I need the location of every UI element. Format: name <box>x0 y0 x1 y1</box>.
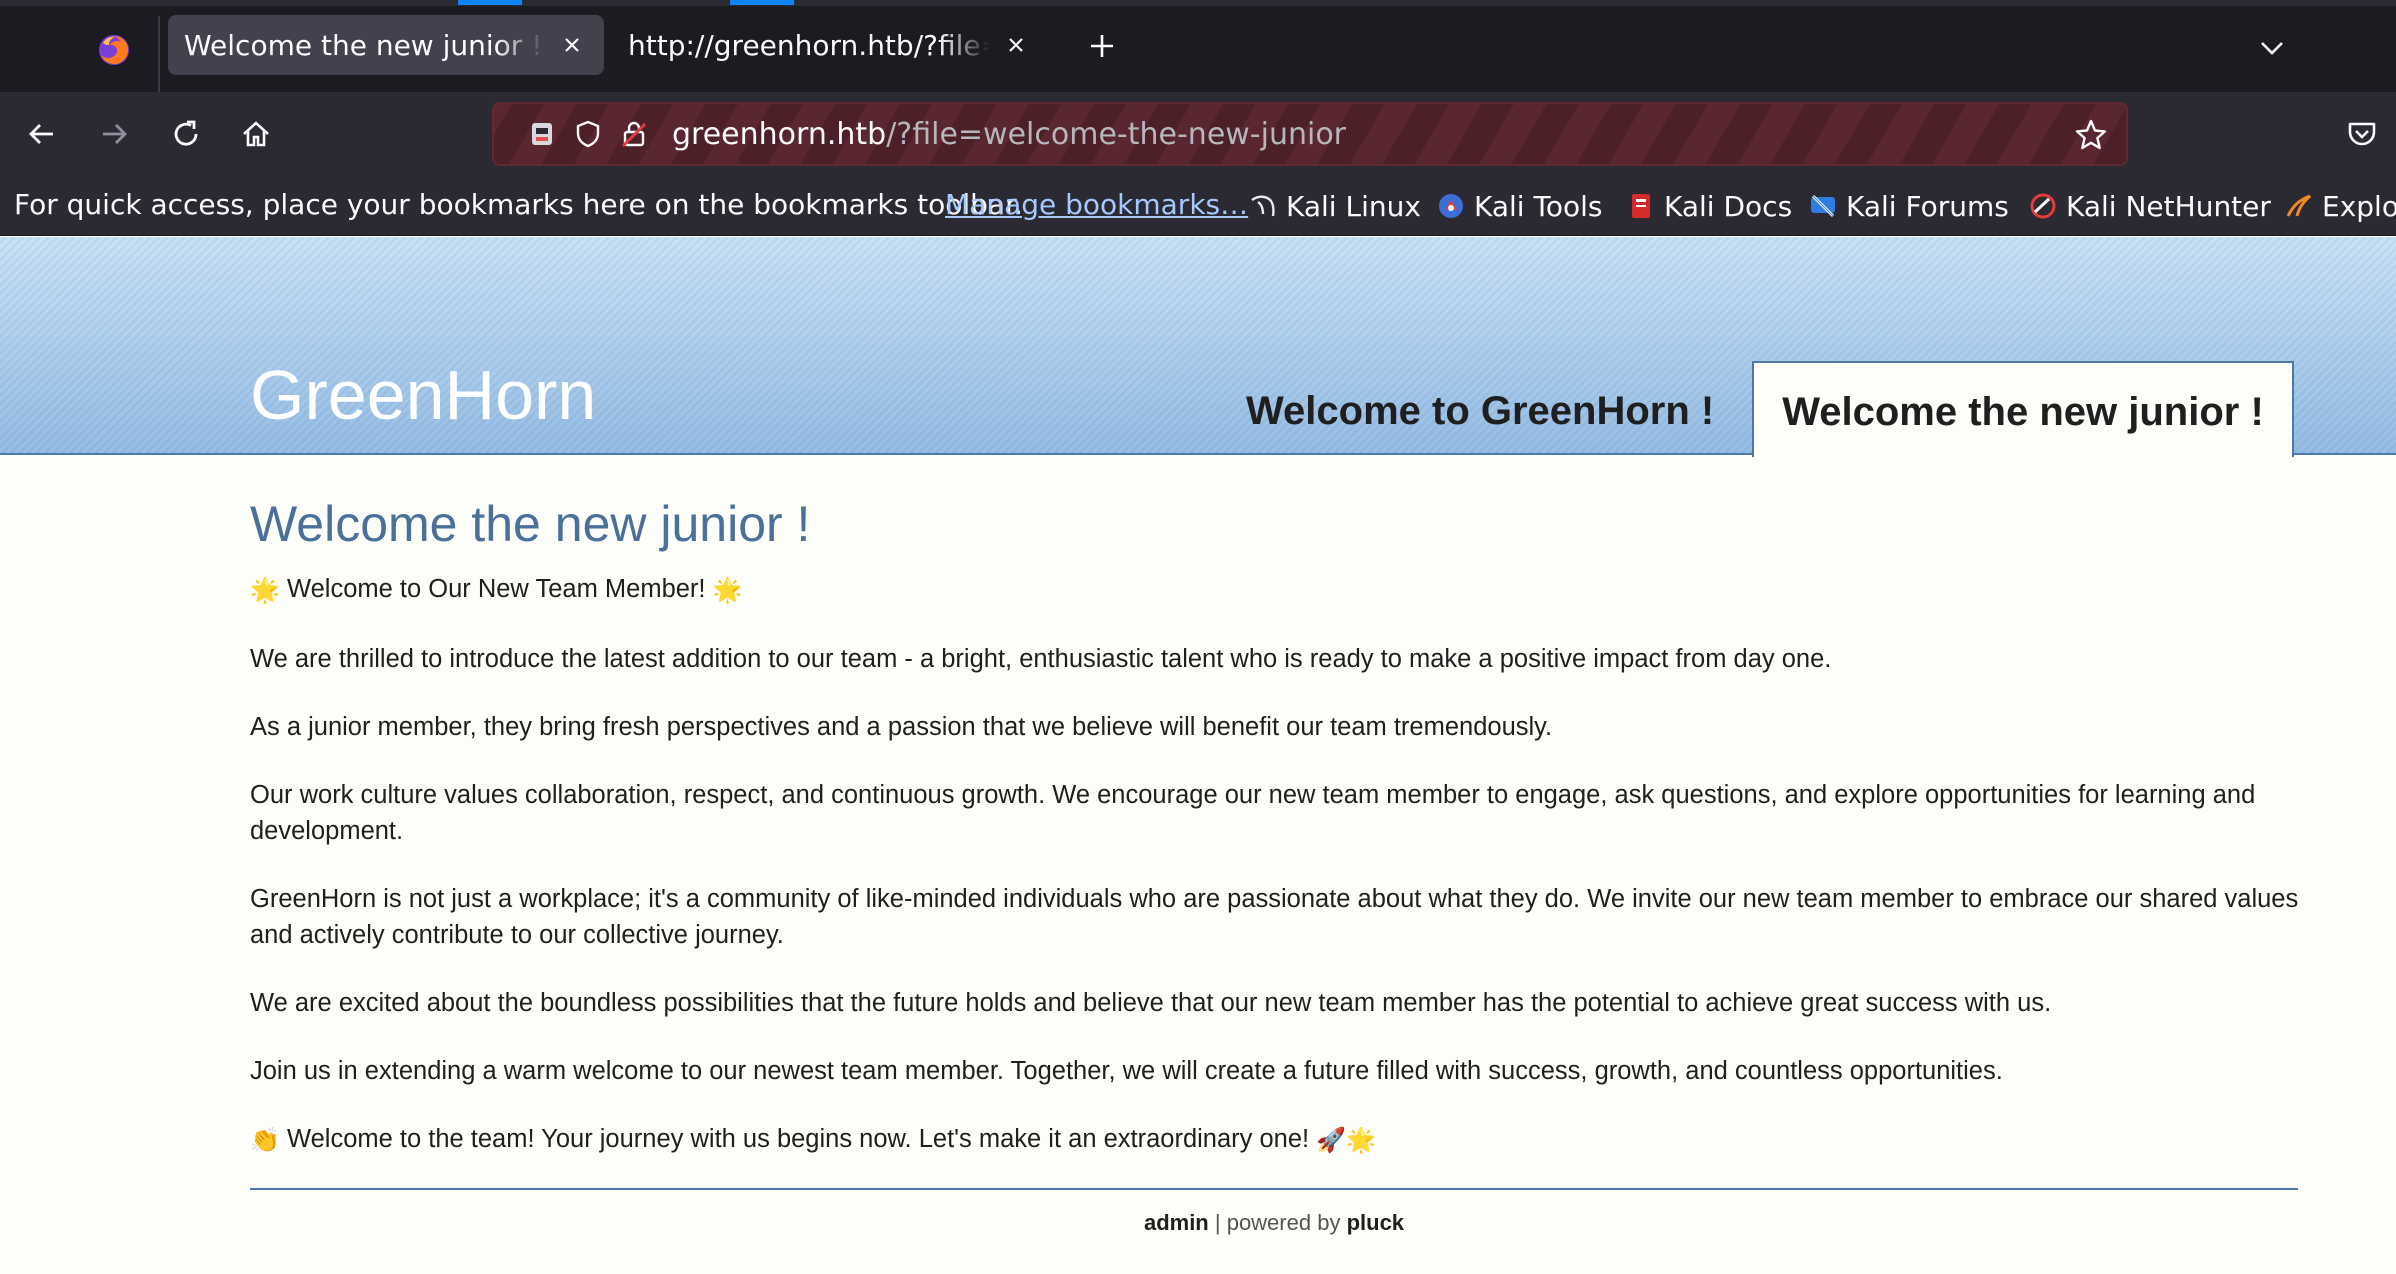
shield-icon[interactable] <box>570 116 606 152</box>
pluck-link[interactable]: pluck <box>1347 1210 1404 1235</box>
url-host: greenhorn.htb <box>672 117 887 152</box>
navigation-toolbar: greenhorn.htb/?file=welcome-the-new-juni… <box>0 92 2396 176</box>
menu-item-label: Welcome the new junior ! <box>1782 389 2264 434</box>
article-paragraph: As a junior member, they bring fresh per… <box>250 713 1553 741</box>
tab-greenhorn-url[interactable]: http://greenhorn.htb/?file=welcome-the-n… <box>612 15 1048 75</box>
firefox-view-icon[interactable] <box>88 26 140 74</box>
url-path: /?file=welcome-the-new-junior <box>886 117 1347 152</box>
back-arrow-icon[interactable] <box>18 110 66 158</box>
bookmarks-hint: For quick access, place your bookmarks h… <box>14 188 1023 221</box>
tab-separator <box>158 16 160 92</box>
article-paragraph: We are excited about the boundless possi… <box>250 989 2052 1017</box>
reload-icon[interactable] <box>162 110 210 158</box>
tab-indicator <box>458 0 522 5</box>
intro-line: 🌟 Welcome to Our New Team Member! 🌟 <box>250 571 2300 609</box>
site-header: GreenHorn Welcome to GreenHorn ! Welcome… <box>0 237 2396 457</box>
admin-link[interactable]: admin <box>1144 1210 1209 1235</box>
close-icon[interactable] <box>554 27 590 63</box>
kali-nethunter-icon <box>2028 191 2058 221</box>
tab-indicator <box>730 0 794 5</box>
closing-text: Welcome to the team! Your journey with u… <box>286 1125 1310 1153</box>
site-title[interactable]: GreenHorn <box>250 355 596 435</box>
page-title: Welcome the new junior ! <box>250 496 811 552</box>
sparkle-star-icon: 🌟 <box>712 577 743 604</box>
site-footer: admin | powered by pluck <box>0 1210 2396 1236</box>
exploit-db-icon <box>2284 191 2314 221</box>
bookmark-kali-docs[interactable]: Kali Docs <box>1626 186 1792 226</box>
article-paragraph: GreenHorn is not just a workplace; it's … <box>250 885 2299 949</box>
bookmark-label: Kali Docs <box>1664 189 1793 223</box>
intro-text: Welcome to Our New Team Member! <box>286 575 706 603</box>
kali-forums-icon <box>1808 191 1838 221</box>
bookmark-label: Kali Forums <box>1846 189 2009 223</box>
bookmark-label: Kali Tools <box>1474 189 1603 223</box>
tab-title: Welcome the new junior ! - GreenHorn <box>184 28 546 62</box>
web-page: GreenHorn Welcome to GreenHorn ! Welcome… <box>0 237 2396 1274</box>
article-paragraph: Join us in extending a warm welcome to o… <box>250 1057 2003 1085</box>
closing-line: 👏 Welcome to the team! Your journey with… <box>250 1121 2300 1159</box>
bookmark-label: Kali Linux <box>1286 189 1421 223</box>
forward-arrow-icon[interactable] <box>90 110 138 158</box>
new-tab-plus-icon[interactable] <box>1080 24 1124 68</box>
sparkle-star-icon: 🌟 <box>250 577 280 604</box>
kali-dragon-icon <box>1248 191 1278 221</box>
pocket-icon[interactable] <box>2340 112 2384 156</box>
bookmark-label: Explo <box>2322 189 2396 223</box>
manage-bookmarks-link[interactable]: Manage bookmarks… <box>945 188 1248 221</box>
bookmark-kali-forums[interactable]: Kali Forums <box>1808 186 2009 226</box>
article-paragraph: We are thrilled to introduce the latest … <box>250 645 1832 673</box>
insecure-lock-icon[interactable] <box>616 116 652 152</box>
tab-strip-top-line <box>0 0 2396 6</box>
sparkle-star-icon: 🌟 <box>1346 1127 1376 1154</box>
chevron-down-icon[interactable] <box>2250 26 2294 70</box>
bookmark-kali-linux[interactable]: Kali Linux <box>1248 186 1421 226</box>
article-paragraph: Our work culture values collaboration, r… <box>250 781 2256 845</box>
rocket-icon: 🚀 <box>1316 1127 1347 1154</box>
bookmark-kali-nethunter[interactable]: Kali NetHunter <box>2028 186 2271 226</box>
url-text[interactable]: greenhorn.htb/?file=welcome-the-new-juni… <box>672 117 1346 152</box>
bookmark-label: Kali NetHunter <box>2066 189 2271 223</box>
kali-tools-icon <box>1436 191 1466 221</box>
clapping-hands-icon: 👏 <box>250 1127 280 1154</box>
bookmarks-toolbar: For quick access, place your bookmarks h… <box>0 176 2396 236</box>
menu-item-welcome-greenhorn[interactable]: Welcome to GreenHorn ! <box>1246 389 1714 434</box>
footer-divider <box>250 1188 2298 1190</box>
bookmark-exploit-db[interactable]: Explo <box>2284 186 2396 226</box>
kali-tracker-icon[interactable] <box>524 116 560 152</box>
close-icon[interactable] <box>998 27 1034 63</box>
menu-item-welcome-junior[interactable]: Welcome the new junior ! <box>1752 361 2294 457</box>
bookmark-kali-tools[interactable]: Kali Tools <box>1436 186 1602 226</box>
article-content: Welcome the new junior ! 🌟 Welcome to Ou… <box>250 495 2300 1191</box>
tab-title: http://greenhorn.htb/?file=welcome-the-n… <box>628 28 990 62</box>
footer-separator: | powered by <box>1214 1210 1341 1235</box>
tab-strip: Welcome the new junior ! - GreenHorn htt… <box>0 0 2396 92</box>
bookmark-star-icon[interactable] <box>2072 116 2110 154</box>
address-bar[interactable]: greenhorn.htb/?file=welcome-the-new-juni… <box>492 102 2128 166</box>
tab-welcome-junior[interactable]: Welcome the new junior ! - GreenHorn <box>168 15 604 75</box>
home-icon[interactable] <box>232 110 280 158</box>
kali-docs-icon <box>1626 191 1656 221</box>
